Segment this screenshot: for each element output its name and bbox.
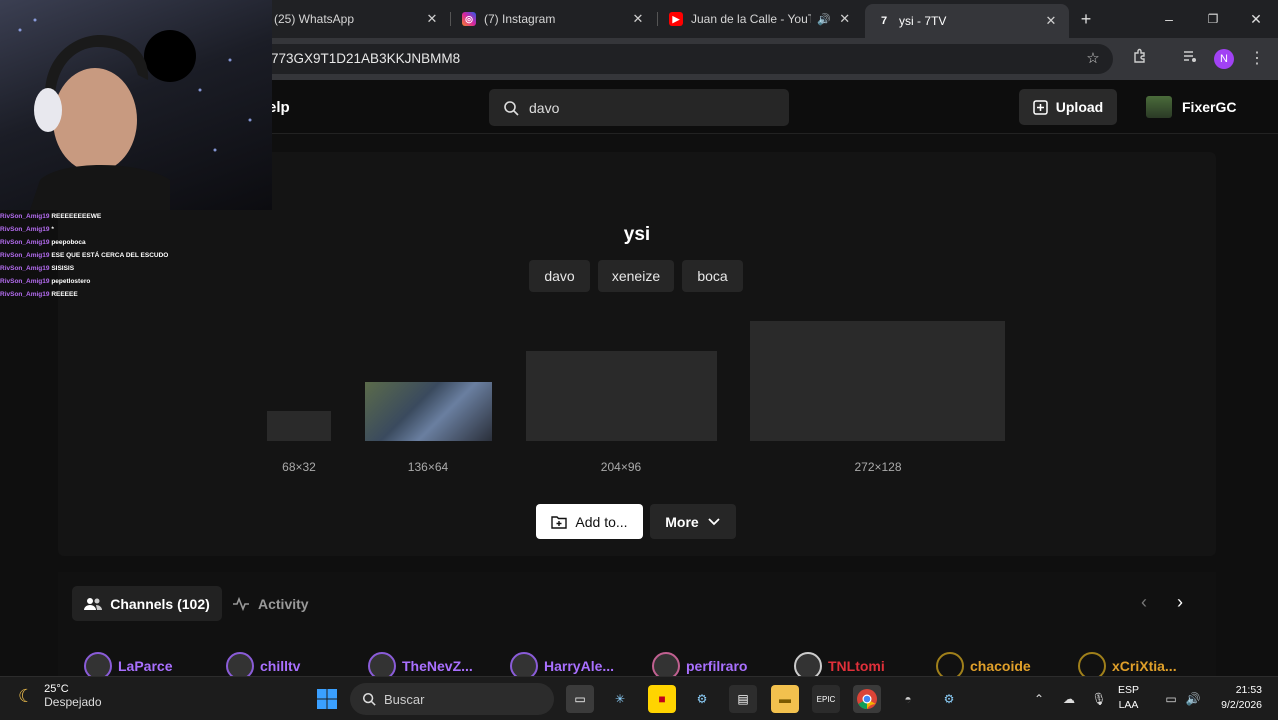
- close-icon[interactable]: ✕: [424, 11, 440, 27]
- chat-message: RivSon_Amig19 *: [0, 226, 54, 233]
- emote-card: ysi davo xeneize boca 68×32 136×64 204×9…: [58, 152, 1216, 556]
- language-indicator[interactable]: ESP LAA: [1118, 683, 1139, 713]
- steam-icon[interactable]: ⚙: [688, 685, 716, 713]
- weather-widget[interactable]: ☾ 25°C Despejado: [18, 683, 102, 709]
- username: FixerGC: [1182, 99, 1237, 115]
- chat-message: RivSon_Amig19 REEEEEEEEWE: [0, 213, 102, 220]
- tab-title: Juan de la Calle - YouTube: [691, 12, 811, 26]
- taskbar-search[interactable]: Buscar: [350, 683, 554, 715]
- tab-title: (25) WhatsApp: [274, 12, 355, 26]
- chat-message: RivSon_Amig19 pepetlostero: [0, 278, 91, 285]
- chevron-right-icon[interactable]: ›: [1177, 592, 1183, 613]
- search-icon: [362, 692, 376, 706]
- media-control-icon[interactable]: [1179, 48, 1201, 70]
- tab-7tv[interactable]: 7 ysi - 7TV ✕: [865, 4, 1069, 38]
- speaker-icon[interactable]: 🔊: [817, 13, 831, 26]
- search-input[interactable]: davo: [489, 89, 789, 126]
- add-to-button[interactable]: Add to...: [536, 504, 643, 539]
- upload-label: Upload: [1055, 99, 1104, 115]
- instagram-icon: ◎: [462, 12, 476, 26]
- tab-title: ysi - 7TV: [899, 14, 947, 28]
- app-icon[interactable]: ▤: [729, 685, 757, 713]
- emote-preview-1x: [267, 411, 331, 441]
- tab-title: (7) Instagram: [484, 12, 556, 26]
- new-tab-button[interactable]: +: [1074, 8, 1098, 30]
- tab-channels-label: Channels (102): [110, 595, 210, 612]
- emote-preview-3x: [526, 351, 717, 441]
- size-label: 204×96: [600, 460, 642, 474]
- tab-whatsapp[interactable]: (25) WhatsApp ✕: [262, 6, 450, 32]
- clock[interactable]: 21:53 9/2/2026: [1212, 683, 1262, 713]
- search-placeholder: Buscar: [384, 691, 425, 707]
- close-window-button[interactable]: ✕: [1244, 8, 1268, 30]
- close-icon[interactable]: ✕: [630, 11, 646, 27]
- extensions-icon[interactable]: [1129, 48, 1151, 70]
- maximize-button[interactable]: ❐: [1201, 8, 1225, 30]
- chevron-left-icon[interactable]: ‹: [1141, 592, 1147, 613]
- webcam-image: [18, 18, 252, 210]
- close-icon[interactable]: ✕: [837, 11, 853, 27]
- tag-davo[interactable]: davo: [529, 260, 590, 292]
- chat-message: RivSon_Amig19 SISISIS: [0, 265, 75, 272]
- address-bar[interactable]: 773GX9T1D21AB3KKJNBMM8: [255, 44, 1113, 74]
- task-view-icon[interactable]: ▭: [566, 685, 594, 713]
- app-icon[interactable]: ◓: [894, 685, 922, 713]
- user-avatar: [1146, 96, 1172, 118]
- size-label: 68×32: [282, 460, 316, 474]
- user-menu[interactable]: FixerGC: [1146, 96, 1236, 118]
- tab-instagram[interactable]: ◎ (7) Instagram ✕: [450, 6, 656, 32]
- profile-avatar[interactable]: N: [1214, 49, 1234, 69]
- minimize-button[interactable]: –: [1157, 8, 1181, 30]
- chat-message: RivSon_Amig19 ESE QUE ESTÁ CERCA DEL ESC…: [0, 252, 169, 259]
- add-to-label: Add to...: [575, 513, 628, 530]
- tab-activity[interactable]: Activity: [232, 586, 309, 621]
- chat-message: RivSon_Amig19 REEEEE: [0, 291, 78, 298]
- chrome-icon[interactable]: [853, 685, 881, 713]
- stream-chat: RivSon_Amig19 REEEEEEEEWE RivSon_Amig19 …: [0, 210, 200, 301]
- chevron-down-icon: [708, 517, 720, 525]
- webcam-overlay: [0, 0, 272, 210]
- tab-activity-label: Activity: [258, 595, 309, 612]
- moon-icon: ☾: [18, 685, 35, 706]
- bookmark-star-icon[interactable]: ☆: [1082, 48, 1104, 70]
- channels-section: Channels (102) Activity ‹ › LaParce chil…: [58, 572, 1216, 680]
- tag-boca[interactable]: boca: [682, 260, 743, 292]
- close-icon[interactable]: ✕: [1043, 13, 1059, 29]
- plus-square-icon: [1033, 99, 1048, 115]
- file-explorer-icon[interactable]: ▬: [771, 685, 799, 713]
- activity-icon: [233, 596, 249, 611]
- tab-youtube[interactable]: ▶ Juan de la Calle - YouTube 🔊 ✕: [657, 6, 863, 32]
- size-label: 136×64: [407, 460, 449, 474]
- tab-channels[interactable]: Channels (102): [72, 586, 222, 621]
- search-value: davo: [529, 99, 560, 116]
- emote-preview-2x: [365, 382, 492, 441]
- epic-games-icon[interactable]: EPIC: [812, 685, 840, 713]
- taskbar: ☾ 25°C Despejado Buscar ▭ ✳ ■ ⚙ ▤ ▬ EPIC…: [0, 676, 1278, 720]
- menu-kebab-icon[interactable]: ⋮: [1246, 48, 1268, 70]
- tag-xeneize[interactable]: xeneize: [598, 260, 674, 292]
- size-label: 272×128: [854, 460, 902, 474]
- network-icon[interactable]: ☁: [1055, 685, 1083, 713]
- app-icon[interactable]: ■: [648, 685, 676, 713]
- emote-name: ysi: [623, 224, 651, 245]
- upload-button[interactable]: Upload: [1019, 89, 1117, 125]
- users-icon: [84, 597, 103, 610]
- folder-plus-icon: [551, 515, 568, 529]
- chat-message: RivSon_Amig19 peepoboca: [0, 239, 86, 246]
- emote-preview-4x: [750, 321, 1005, 441]
- speaker-icon[interactable]: 🔊: [1179, 685, 1207, 713]
- steam-icon[interactable]: ⚙: [935, 685, 963, 713]
- more-label: More: [665, 513, 699, 530]
- 7tv-icon: 7: [880, 15, 888, 27]
- windows-start-icon[interactable]: [313, 685, 341, 713]
- more-button[interactable]: More: [650, 504, 736, 539]
- youtube-icon: ▶: [669, 12, 683, 26]
- chevron-up-icon[interactable]: ⌃: [1025, 685, 1053, 713]
- microphone-icon[interactable]: 🎙: [1085, 685, 1113, 713]
- search-icon: [504, 100, 519, 116]
- weather-temp: 25°C: [44, 683, 69, 695]
- settings-app-icon[interactable]: ✳: [606, 685, 634, 713]
- weather-desc: Despejado: [44, 695, 102, 709]
